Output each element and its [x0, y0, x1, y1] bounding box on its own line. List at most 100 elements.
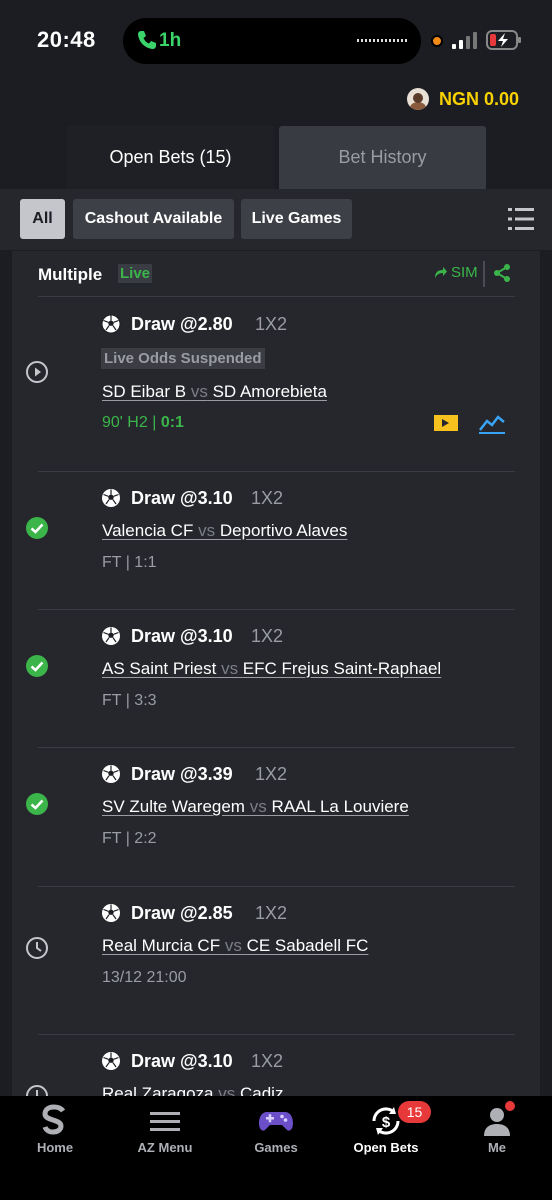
divider [483, 261, 485, 287]
odds-suspended-badge: Live Odds Suspended [101, 348, 265, 369]
won-check-icon [26, 517, 48, 539]
battery-charging-icon [486, 30, 521, 50]
away-team: EFC Frejus Saint-Raphael [242, 659, 442, 678]
phone-icon [138, 31, 156, 49]
match-teams-link[interactable]: SV Zulte Waregem vs RAAL La Louviere [102, 797, 409, 817]
vs-label: vs [224, 936, 242, 955]
match-teams-link[interactable]: SD Eibar B vs SD Amorebieta [102, 382, 327, 402]
filter-all[interactable]: All [20, 199, 65, 239]
soccer-ball-icon [102, 489, 120, 507]
notification-dot [505, 1101, 515, 1111]
pick-label: Draw @3.10 [131, 488, 233, 508]
sim-label: SIM [451, 264, 478, 281]
sim-arrow-icon [435, 267, 447, 278]
market-label: 1X2 [255, 764, 288, 784]
market-label: 1X2 [255, 903, 288, 923]
match-tracker-icon[interactable] [478, 412, 506, 434]
kickoff-time: 13/12 21:00 [102, 969, 187, 986]
divider [38, 747, 515, 748]
pick-label: Draw @3.10 [131, 626, 233, 646]
tab-open-bets[interactable]: Open Bets (15) [67, 126, 274, 189]
nav-home[interactable]: Home [0, 1096, 110, 1200]
soccer-ball-icon [101, 314, 121, 334]
home-team: Real Murcia CF [102, 936, 221, 955]
nav-games[interactable]: Games [221, 1096, 331, 1200]
multiple-bet-card[interactable]: Multiple Live SIM Draw @2.80 1X2 Live Od… [12, 251, 540, 1121]
away-team: SD Amorebieta [212, 382, 327, 401]
pick-label: Draw @3.10 [131, 1051, 233, 1071]
match-teams-link[interactable]: AS Saint Priest vs EFC Frejus Saint-Raph… [102, 659, 441, 679]
soccer-ball-icon [102, 627, 120, 645]
account-balance[interactable]: NGN 0.00 [406, 88, 519, 110]
filter-live-games[interactable]: Live Games [241, 199, 352, 239]
avatar[interactable] [406, 88, 429, 110]
live-badge: Live [118, 264, 153, 283]
won-check-icon [26, 655, 48, 677]
call-duration: 1h [159, 30, 182, 51]
market-label: 1X2 [255, 314, 288, 334]
away-team: CE Sabadell FC [246, 936, 369, 955]
privacy-indicator-icon [431, 35, 443, 47]
home-team: Valencia CF [102, 521, 194, 540]
vs-label: vs [221, 659, 239, 678]
match-result: FT | 1:1 [102, 554, 157, 571]
gamepad-icon [259, 1112, 293, 1131]
svg-text:$: $ [382, 1114, 391, 1131]
match-result: FT | 2:2 [102, 830, 157, 847]
market-label: 1X2 [251, 1051, 284, 1071]
score: 0:1 [160, 414, 184, 431]
match-time: 90' H2 | [102, 414, 157, 431]
home-team: AS Saint Priest [102, 659, 217, 678]
market-label: 1X2 [251, 626, 284, 646]
live-play-icon [26, 361, 48, 383]
nav-me-label: Me [487, 1140, 507, 1155]
sporty-logo-icon [42, 1104, 66, 1135]
soccer-ball-icon [102, 904, 120, 922]
nav-me[interactable]: Me [442, 1096, 552, 1200]
match-teams-link[interactable]: Real Murcia CF vs CE Sabadell FC [102, 936, 368, 956]
nav-az-menu-label: AZ Menu [137, 1140, 193, 1155]
nav-az-menu[interactable]: AZ Menu [110, 1096, 220, 1200]
filter-cashout-available[interactable]: Cashout Available [73, 199, 234, 239]
vs-label: vs [249, 797, 267, 816]
vs-label: vs [198, 521, 216, 540]
live-score: 90' H2 | 0:1 [102, 414, 184, 432]
nav-open-bets-label: Open Bets [353, 1140, 419, 1155]
nav-games-label: Games [254, 1140, 298, 1155]
sim-button[interactable]: SIM [434, 264, 478, 281]
vs-label: vs [190, 382, 208, 401]
soccer-ball-icon [102, 765, 120, 783]
signal-icon [452, 32, 478, 49]
soccer-ball-icon [102, 1052, 120, 1070]
won-check-icon [26, 793, 48, 815]
match-result: FT | 3:3 [102, 692, 157, 709]
home-team: SD Eibar B [102, 382, 187, 401]
nav-home-label: Home [36, 1140, 74, 1155]
share-icon[interactable] [492, 263, 512, 283]
divider [38, 296, 515, 297]
clock: 20:48 [37, 27, 96, 52]
pick-label: Draw @2.85 [131, 903, 233, 923]
live-stream-icon[interactable] [433, 414, 459, 432]
audio-waveform-icon [357, 39, 407, 42]
status-bar: 20:48 1h [0, 0, 552, 80]
pick-label: Draw @2.80 [131, 314, 233, 334]
menu-icon [150, 1112, 180, 1131]
divider [38, 471, 515, 472]
divider [38, 886, 515, 887]
balance-amount: NGN 0.00 [438, 88, 519, 109]
match-teams-link[interactable]: Valencia CF vs Deportivo Alaves [102, 521, 347, 541]
pick-label: Draw @3.39 [131, 764, 233, 784]
list-view-icon[interactable] [508, 207, 534, 231]
home-team: SV Zulte Waregem [102, 797, 245, 816]
divider [38, 1034, 515, 1035]
away-team: RAAL La Louviere [271, 797, 409, 816]
tab-bet-history[interactable]: Bet History [279, 126, 486, 189]
filter-bar: All Cashout Available Live Games [0, 189, 552, 250]
bottom-nav: Home AZ Menu Games $ Open Bets Me [0, 1096, 552, 1200]
away-team: Deportivo Alaves [219, 521, 348, 540]
divider [38, 609, 515, 610]
dynamic-island[interactable]: 1h [123, 18, 421, 64]
open-bets-count-badge: 15 [398, 1101, 431, 1123]
pending-clock-icon [26, 937, 48, 959]
